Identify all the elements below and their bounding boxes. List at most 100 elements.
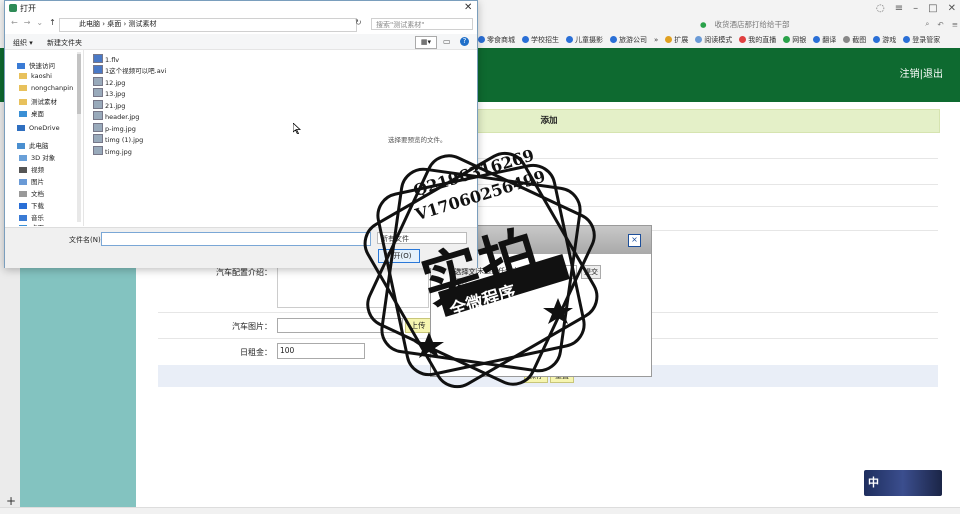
music-icon xyxy=(19,215,27,221)
nav-scrollbar-thumb[interactable] xyxy=(77,54,81,114)
nav-quick-access[interactable]: 快速访问 xyxy=(17,60,55,70)
chevron-down-icon[interactable]: ⌄ xyxy=(36,18,43,27)
desktop-icon xyxy=(19,225,27,226)
more-menu-icon[interactable]: ≡ xyxy=(952,20,958,29)
image-file-icon xyxy=(93,77,103,86)
login-icon xyxy=(903,36,911,43)
bookmark-item[interactable]: 零食商城 xyxy=(478,35,515,45)
bookmark-item[interactable]: 旅游公司 xyxy=(610,35,647,45)
file-item[interactable]: header.jpg xyxy=(93,111,139,121)
nav-folder[interactable]: 测试素材 xyxy=(19,96,57,106)
image-file-icon xyxy=(93,111,103,120)
refresh-icon[interactable]: ↻ xyxy=(355,18,362,27)
preview-placeholder: 选择要预览的文件。 xyxy=(388,136,447,144)
config-label: 汽车配置介绍： xyxy=(216,268,272,277)
nav-downloads[interactable]: 下载 xyxy=(19,200,44,210)
folder-icon xyxy=(19,99,27,105)
nav-desktop[interactable]: 桌面 xyxy=(19,108,44,118)
filename-label: 文件名(N): xyxy=(69,236,104,244)
back-icon[interactable]: ← xyxy=(11,18,18,27)
menu-icon[interactable]: ≡ xyxy=(895,3,903,14)
nav-music[interactable]: 音乐 xyxy=(19,212,44,222)
cloud-icon xyxy=(17,125,25,131)
file-item[interactable]: timg.jpg xyxy=(93,146,132,156)
nav-folder[interactable]: nongchanpin xyxy=(19,84,73,92)
filename-input[interactable] xyxy=(101,232,371,246)
nav-this-pc[interactable]: 此电脑 xyxy=(17,140,49,150)
dialog-close-icon[interactable]: ✕ xyxy=(464,2,472,13)
logout-link[interactable]: 注销|退出 xyxy=(900,65,943,80)
nav-documents[interactable]: 文档 xyxy=(19,188,44,198)
bookmark-item[interactable]: 网银 xyxy=(783,35,806,45)
dialog-search-input[interactable]: 搜索"测试素材" xyxy=(371,18,473,30)
nav-onedrive[interactable]: OneDrive xyxy=(17,124,60,132)
up-icon[interactable]: ↑ xyxy=(49,18,56,27)
file-item[interactable]: 12.jpg xyxy=(93,77,125,87)
bookmark-item[interactable]: 扩展 xyxy=(665,35,688,45)
window-controls: ◌ ≡ – □ ✕ xyxy=(876,3,956,14)
bookmark-item[interactable]: 我的直播 xyxy=(739,35,776,45)
live-icon xyxy=(739,36,747,43)
file-item[interactable]: 21.jpg xyxy=(93,100,125,110)
extension-icon xyxy=(665,36,673,43)
search-icon[interactable]: ⌕ xyxy=(925,19,929,29)
bookmark-item[interactable]: 截图 xyxy=(843,35,866,45)
bookmark-item[interactable]: 学校招生 xyxy=(522,35,559,45)
bookmark-item[interactable]: 阅读模式 xyxy=(695,35,732,45)
screenshot-icon xyxy=(843,36,851,43)
bank-icon xyxy=(783,36,791,43)
nav-desktop-2[interactable]: 桌面 xyxy=(19,222,44,226)
bookmarks-bar: 零食商城 学校招生 儿童摄影 旅游公司 » 扩展 阅读模式 我的直播 网银 翻译… xyxy=(478,33,960,47)
picture-icon xyxy=(19,179,27,185)
image-file-icon xyxy=(93,134,103,143)
bookmark-more[interactable]: » xyxy=(654,36,658,44)
preview-pane-icon[interactable]: ▭ xyxy=(443,37,451,46)
breadcrumb[interactable]: 此电脑 › 桌面 › 测试素材 xyxy=(79,19,157,29)
video-icon xyxy=(19,167,27,173)
address-area[interactable]: ● 收货酒店那打给给干部 ⌕ ↶ ≡ xyxy=(700,17,958,31)
view-options-icon[interactable]: ▦▾ xyxy=(415,36,437,49)
undo-icon[interactable]: ↶ xyxy=(937,20,943,29)
cube-icon xyxy=(19,155,27,161)
image-label: 汽车图片： xyxy=(232,322,272,331)
bookmark-item[interactable]: 儿童摄影 xyxy=(566,35,603,45)
bookmark-item[interactable]: 登录管家 xyxy=(903,35,940,45)
nav-videos[interactable]: 视频 xyxy=(19,164,44,174)
bookmark-item[interactable]: 翻译 xyxy=(813,35,836,45)
help-icon[interactable]: ? xyxy=(460,37,469,46)
game-icon xyxy=(873,36,881,43)
file-item[interactable]: 13.jpg xyxy=(93,88,125,98)
rent-input[interactable]: 100 xyxy=(277,343,365,359)
mouse-cursor-icon xyxy=(293,123,301,134)
photo-icon xyxy=(566,36,573,43)
video-file-icon xyxy=(93,65,103,74)
organize-button[interactable]: 组织 ▾ xyxy=(13,38,33,48)
file-item[interactable]: timg (1).jpg xyxy=(93,134,143,144)
image-file-icon xyxy=(93,100,103,109)
read-icon xyxy=(695,36,703,43)
dialog-nav-buttons: ← → ⌄ ↑ xyxy=(11,18,56,27)
file-item[interactable]: 1.flv xyxy=(93,54,119,64)
new-folder-button[interactable]: 新建文件夹 xyxy=(47,38,82,48)
video-file-icon xyxy=(93,54,103,63)
desktop-icon xyxy=(19,111,27,117)
nav-3d-objects[interactable]: 3D 对象 xyxy=(19,152,55,162)
file-item[interactable]: p-img.jpg xyxy=(93,123,136,133)
dialog-titlebar xyxy=(5,1,477,15)
bookmark-item[interactable]: 游戏 xyxy=(873,35,896,45)
address-hint[interactable]: 收货酒店那打给给干部 xyxy=(715,19,790,30)
expand-plus-icon[interactable]: + xyxy=(6,494,16,508)
maximize-icon[interactable]: □ xyxy=(928,3,937,14)
shield-icon[interactable]: ◌ xyxy=(876,3,885,14)
close-icon[interactable]: × xyxy=(628,234,641,247)
nav-folder[interactable]: kaoshi xyxy=(19,72,52,80)
forward-icon[interactable]: → xyxy=(24,18,31,27)
refresh-icon[interactable]: ● xyxy=(700,20,707,29)
file-item[interactable]: 1这个视频可以吧.avi xyxy=(93,65,166,75)
image-file-icon xyxy=(93,146,103,155)
minimize-icon[interactable]: – xyxy=(913,3,918,14)
close-window-icon[interactable]: ✕ xyxy=(948,3,956,14)
nav-pictures[interactable]: 图片 xyxy=(19,176,44,186)
image-file-icon xyxy=(93,123,103,132)
download-icon xyxy=(19,203,27,209)
